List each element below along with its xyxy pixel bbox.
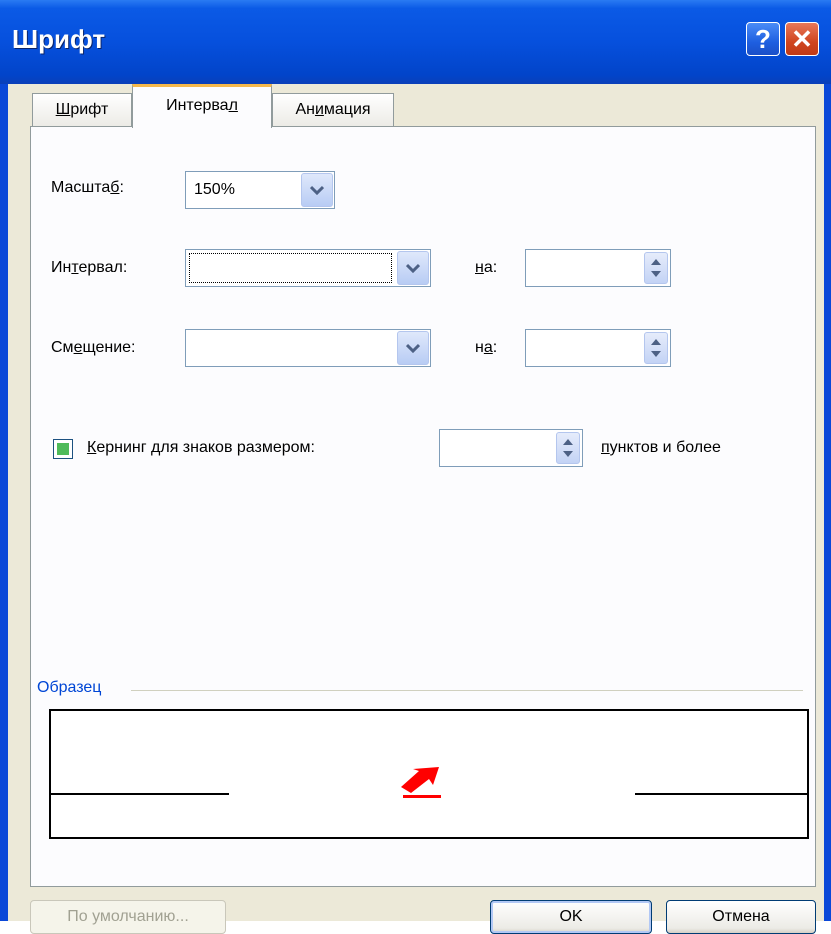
spacing-by-spin-buttons[interactable] [644, 252, 668, 284]
preview-box [49, 709, 809, 839]
tab-font[interactable]: Шрифт [32, 93, 132, 126]
scale-value: 150% [194, 181, 235, 198]
spin-down-icon [563, 451, 573, 457]
spacing-label-accel: т [71, 259, 79, 276]
title-bar[interactable]: Шрифт ? ✕ [0, 0, 831, 84]
spacing-by-spinner[interactable] [525, 249, 671, 287]
scale-combo[interactable]: 150% [185, 171, 335, 209]
tab-interval-label: Интерва [166, 97, 229, 114]
tab-font-accel: Ш [55, 101, 71, 118]
chevron-down-icon [406, 343, 420, 353]
kerning-spin-buttons[interactable] [556, 432, 580, 464]
tab-animation-accel: и [314, 101, 324, 118]
position-by-accel: а [483, 339, 493, 356]
scale-label-colon: : [119, 179, 124, 196]
ok-button[interactable]: OK [490, 900, 652, 934]
tab-animation-label-rest: мация [323, 101, 371, 118]
preview-baseline-right [635, 793, 807, 795]
spacing-by-post: а: [483, 259, 498, 276]
preview-group-line [131, 690, 803, 691]
scale-dropdown-button[interactable] [301, 173, 333, 207]
kerning-label-text: ернинг для знаков размером: [96, 439, 315, 456]
position-by-spinner[interactable] [525, 329, 671, 367]
spin-up-icon [651, 339, 661, 345]
chevron-down-icon [406, 263, 420, 273]
kerning-size-spinner[interactable] [439, 429, 583, 467]
chevron-down-icon [310, 185, 324, 195]
spin-down-icon [651, 271, 661, 277]
help-icon: ? [755, 23, 771, 54]
tab-animation[interactable]: Анимация [272, 93, 394, 126]
position-label-post: щение: [82, 339, 136, 356]
kerning-suffix-label: пунктов и более [601, 439, 721, 457]
help-button[interactable]: ? [746, 22, 780, 56]
close-icon: ✕ [791, 23, 813, 54]
position-dropdown-button[interactable] [397, 331, 429, 365]
tab-animation-label-pre: Ан [295, 101, 315, 118]
default-button[interactable]: По умолчанию... [30, 900, 226, 934]
spacing-label-pre: Ин [51, 259, 72, 276]
kerning-label-accel: К [87, 439, 97, 456]
tab-font-label: рифт [70, 101, 109, 118]
spacing-by-accel: н [475, 259, 484, 276]
focus-rectangle [189, 253, 392, 283]
kerning-label[interactable]: Кернинг для знаков размером: [87, 439, 315, 457]
font-dialog: Шрифт ? ✕ Шрифт Интервал Анимация Масшта… [0, 0, 831, 934]
interval-tab-panel: Масштаб: 150% Интервал: на: Смещение: на… [30, 126, 816, 887]
kerning-suffix-text: унктов и более [609, 439, 721, 456]
spin-up-icon [651, 259, 661, 265]
checkbox-indeterminate-mark [57, 443, 69, 455]
spin-down-icon [651, 351, 661, 357]
spacing-by-label: на: [475, 259, 497, 277]
scale-label-text: Масшта [51, 179, 111, 196]
spacing-label: Интервал: [51, 259, 127, 277]
position-by-pre: н [475, 339, 484, 356]
position-label-pre: См [51, 339, 74, 356]
preview-baseline-left [51, 793, 229, 795]
tab-interval[interactable]: Интервал [132, 84, 272, 128]
kerning-checkbox[interactable] [53, 439, 73, 459]
tab-strip: Шрифт Интервал Анимация [8, 84, 824, 128]
preview-sample-glyph [401, 767, 441, 798]
position-by-spin-buttons[interactable] [644, 332, 668, 364]
dialog-title: Шрифт [12, 24, 106, 54]
spin-up-icon [563, 439, 573, 445]
position-by-post: : [492, 339, 498, 356]
spacing-combo[interactable] [185, 249, 431, 287]
cancel-button[interactable]: Отмена [666, 900, 816, 934]
close-button[interactable]: ✕ [785, 22, 819, 56]
dialog-client: Шрифт Интервал Анимация Масштаб: 150% Ин… [8, 84, 824, 934]
preview-group-title: Образец [37, 679, 108, 697]
position-combo[interactable] [185, 329, 431, 367]
scale-label: Масштаб: [51, 179, 124, 197]
tab-interval-accel: л [228, 97, 238, 114]
position-label: Смещение: [51, 339, 135, 357]
spacing-dropdown-button[interactable] [397, 251, 429, 285]
spacing-label-post: ервал: [78, 259, 128, 276]
kerning-suffix-accel: п [601, 439, 610, 456]
position-by-label: на: [475, 339, 497, 357]
